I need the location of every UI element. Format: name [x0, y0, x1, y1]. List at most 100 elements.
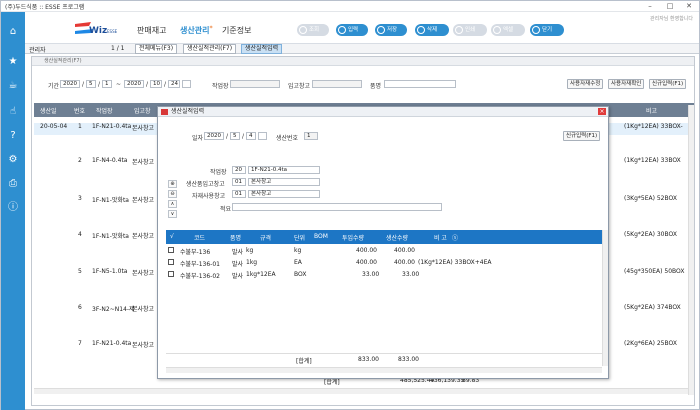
save-button[interactable]: 저장	[375, 24, 407, 36]
list-item[interactable]: 수불부-136-02 발사 1kg*12EA BOX 33.00 33.00	[166, 269, 602, 281]
minimize-button[interactable]: –	[641, 1, 659, 12]
col-no[interactable]: 번호	[74, 106, 85, 115]
prod-date-day[interactable]: 4	[246, 132, 256, 140]
tab-all-menu[interactable]: 전체메뉴(F3)	[135, 44, 178, 54]
new-entry-button[interactable]: 신규입력(F1)	[649, 79, 687, 89]
material-warehouse-name[interactable]: 본사창고	[248, 190, 320, 198]
date-from-month[interactable]: 5	[86, 80, 96, 88]
in-warehouse-code[interactable]: 01	[232, 178, 246, 186]
item-filter-label: 품명	[370, 83, 382, 90]
help-icon[interactable]: ?	[7, 130, 19, 142]
col-code[interactable]: 코드	[194, 233, 205, 242]
modal-vertical-scrollbar[interactable]	[602, 230, 608, 366]
col-in-qty[interactable]: 투입수량	[342, 233, 364, 242]
delete-icon	[417, 26, 425, 34]
col-item[interactable]: 품명	[230, 233, 241, 242]
row-checkbox[interactable]	[168, 259, 174, 265]
delete-button[interactable]: 삭제	[415, 24, 449, 36]
modal-new-entry-button[interactable]: 신규입력(F1)	[563, 131, 601, 141]
app-window: (주)두드식품 :: ESSE 프로그램 – □ ✕ ⌂ ★ ☕ ☝ ? ⚙ ⎙…	[0, 0, 700, 410]
col-note[interactable]: 비 고	[434, 233, 447, 242]
printer-icon[interactable]: ⎙	[7, 178, 19, 190]
maximize-button[interactable]: □	[661, 1, 679, 12]
pointer-icon[interactable]: ☝	[7, 106, 19, 118]
date-from-day[interactable]: 1	[102, 80, 112, 88]
user-greeting: 관리자님 환영합니다	[650, 16, 693, 22]
period-label: 기간	[48, 83, 60, 90]
date-from-year[interactable]: 2020	[60, 80, 80, 88]
range-separator: ~	[116, 81, 122, 88]
production-input-modal: 생산실적입력 × 일자 2020 / 5 / 4 생산번호 1 신규입력(F1)…	[157, 106, 609, 379]
input-icon	[338, 26, 346, 34]
sidebar: ⌂ ★ ☕ ☝ ? ⚙ ⎙ ⓘ	[1, 12, 25, 410]
menu-production[interactable]: 생산관리*	[180, 25, 213, 36]
col-warehouse[interactable]: 입고창	[134, 106, 151, 115]
list-item[interactable]: 수불부-136-01 발사 1kg EA 400.00 400.00 (1Kg*…	[166, 257, 602, 269]
menu-master-data[interactable]: 기준정보	[222, 25, 251, 36]
chevron-down-icon[interactable]: ∨	[168, 210, 177, 218]
calendar-icon[interactable]	[182, 80, 191, 88]
search-button[interactable]: 조회	[297, 24, 329, 36]
memo-input[interactable]	[232, 203, 442, 211]
col-spec[interactable]: 규격	[260, 233, 271, 242]
panel-vertical-scrollbar[interactable]	[688, 105, 694, 395]
col-out-qty[interactable]: 생산수량	[386, 233, 408, 242]
gear-icon[interactable]: ⚙	[7, 154, 19, 166]
col-bom[interactable]: BOM	[314, 233, 328, 240]
star-icon[interactable]: ★	[7, 56, 19, 68]
menu-sales-inventory[interactable]: 판매재고	[137, 25, 166, 36]
prodno-field: 1	[304, 132, 318, 140]
modal-horizontal-scrollbar[interactable]	[166, 367, 602, 373]
material-confirm-button[interactable]: 사용자재확인	[608, 79, 645, 89]
window-titlebar: (주)두드식품 :: ESSE 프로그램 – □ ✕	[1, 1, 699, 12]
material-warehouse-code[interactable]: 01	[232, 190, 246, 198]
col-workplace[interactable]: 작업장	[96, 106, 113, 115]
panel-horizontal-scrollbar[interactable]	[34, 388, 688, 394]
material-warehouse-label: 자재사용창고	[192, 193, 226, 200]
workplace-name[interactable]: 1F-N21-0.4ta	[248, 166, 320, 174]
col-note[interactable]: 비고	[646, 106, 657, 115]
page-indicator: 1 / 1	[111, 45, 125, 52]
in-warehouse-name[interactable]: 본사창고	[248, 178, 320, 186]
workplace-label: 작업장	[210, 169, 227, 176]
modal-close-button[interactable]: ×	[598, 108, 606, 115]
window-close-button[interactable]: ✕	[680, 1, 698, 12]
row-checkbox[interactable]	[168, 271, 174, 277]
in-warehouse-label: 생산품입고창고	[186, 181, 225, 188]
warehouse-filter-input[interactable]	[312, 80, 362, 88]
print-button[interactable]: 인쇄	[453, 24, 487, 36]
workplace-filter-input[interactable]	[230, 80, 280, 88]
sort-icon[interactable]: ⓢ	[452, 233, 458, 242]
chevron-up-icon[interactable]: ∧	[168, 200, 177, 208]
row-checkbox[interactable]	[168, 247, 174, 253]
zoom-out-icon[interactable]: ⊖	[168, 190, 177, 198]
print-icon	[455, 26, 463, 34]
input-button[interactable]: 입력	[336, 24, 368, 36]
prod-date-month[interactable]: 5	[230, 132, 240, 140]
date-to-month[interactable]: 10	[150, 80, 162, 88]
col-unit[interactable]: 단위	[294, 233, 305, 242]
tab-bar: 관리자 1 / 1 전체메뉴(F3) 생산실적관리(F7) 생산실적입력	[25, 44, 699, 54]
tab-production-input[interactable]: 생산실적입력	[241, 44, 283, 54]
date-to-day[interactable]: 24	[168, 80, 180, 88]
memo-label: 적요	[220, 206, 232, 213]
modal-calendar-icon[interactable]	[258, 132, 267, 140]
date-to-year[interactable]: 2020	[124, 80, 144, 88]
home-icon[interactable]: ⌂	[7, 26, 19, 38]
info-icon[interactable]: ⓘ	[7, 202, 19, 214]
item-filter-input[interactable]	[384, 80, 456, 88]
close-button[interactable]: 닫기	[530, 24, 564, 36]
material-edit-button[interactable]: 사용자재수정	[567, 79, 604, 89]
coffee-icon[interactable]: ☕	[7, 80, 19, 92]
zoom-in-icon[interactable]: ⊕	[168, 180, 177, 188]
warehouse-filter-label: 입고창고	[288, 83, 311, 90]
col-prod-date[interactable]: 생산일	[40, 106, 57, 115]
col-check[interactable]: √	[170, 233, 174, 240]
list-item[interactable]: 수불부-136 발사 kg kg 400.00 400.00	[166, 245, 602, 257]
modal-totals-row: [합계] 833.00 833.00	[166, 353, 602, 365]
logo-text: Wiz	[89, 26, 108, 36]
prod-date-year[interactable]: 2020	[204, 132, 224, 140]
workplace-code[interactable]: 20	[232, 166, 246, 174]
excel-button[interactable]: 엑셀	[491, 24, 525, 36]
tab-production-management[interactable]: 생산실적관리(F7)	[183, 44, 237, 54]
